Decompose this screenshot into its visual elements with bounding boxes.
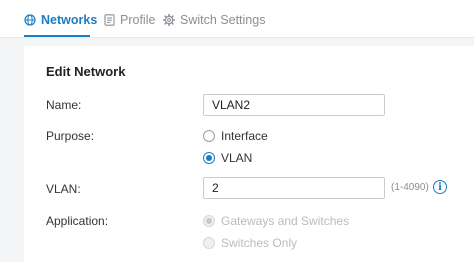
info-icon[interactable]: i (433, 180, 447, 194)
tab-switch-settings-label: Switch Settings (180, 13, 266, 27)
tab-bar: Networks Profile Switch Settings (0, 0, 474, 38)
name-label: Name: (46, 98, 82, 112)
application-switches-only-radio (203, 237, 215, 249)
edit-network-panel: Edit Network Name: Purpose: Interface VL… (24, 46, 474, 262)
purpose-label: Purpose: (46, 129, 95, 143)
purpose-vlan-radio[interactable] (203, 152, 215, 164)
tab-profile[interactable]: Profile (104, 13, 155, 37)
application-switches-only-label: Switches Only (221, 236, 298, 250)
tab-profile-label: Profile (120, 13, 156, 27)
active-tab-indicator (24, 35, 90, 37)
purpose-option-interface[interactable]: Interface (203, 129, 268, 143)
purpose-interface-label: Interface (221, 129, 268, 143)
application-gateways-label: Gateways and Switches (221, 214, 350, 228)
document-icon (104, 14, 115, 26)
tab-switch-settings[interactable]: Switch Settings (163, 13, 265, 37)
gear-icon (163, 14, 175, 26)
globe-icon (24, 14, 36, 26)
application-option-gateways-and-switches: Gateways and Switches (203, 214, 349, 228)
application-option-switches-only: Switches Only (203, 236, 297, 250)
tab-networks-label: Networks (41, 13, 98, 27)
purpose-vlan-label: VLAN (221, 151, 253, 165)
tab-networks[interactable]: Networks (24, 13, 97, 37)
vlan-label: VLAN: (46, 182, 81, 196)
vlan-id-input[interactable] (203, 177, 385, 199)
vlan-range-hint: (1-4090) (391, 182, 429, 193)
panel-title: Edit Network (46, 64, 126, 79)
application-gateways-radio (203, 215, 215, 227)
purpose-option-vlan[interactable]: VLAN (203, 151, 252, 165)
name-input[interactable] (203, 94, 385, 116)
application-label: Application: (46, 214, 109, 228)
purpose-interface-radio[interactable] (203, 130, 215, 142)
